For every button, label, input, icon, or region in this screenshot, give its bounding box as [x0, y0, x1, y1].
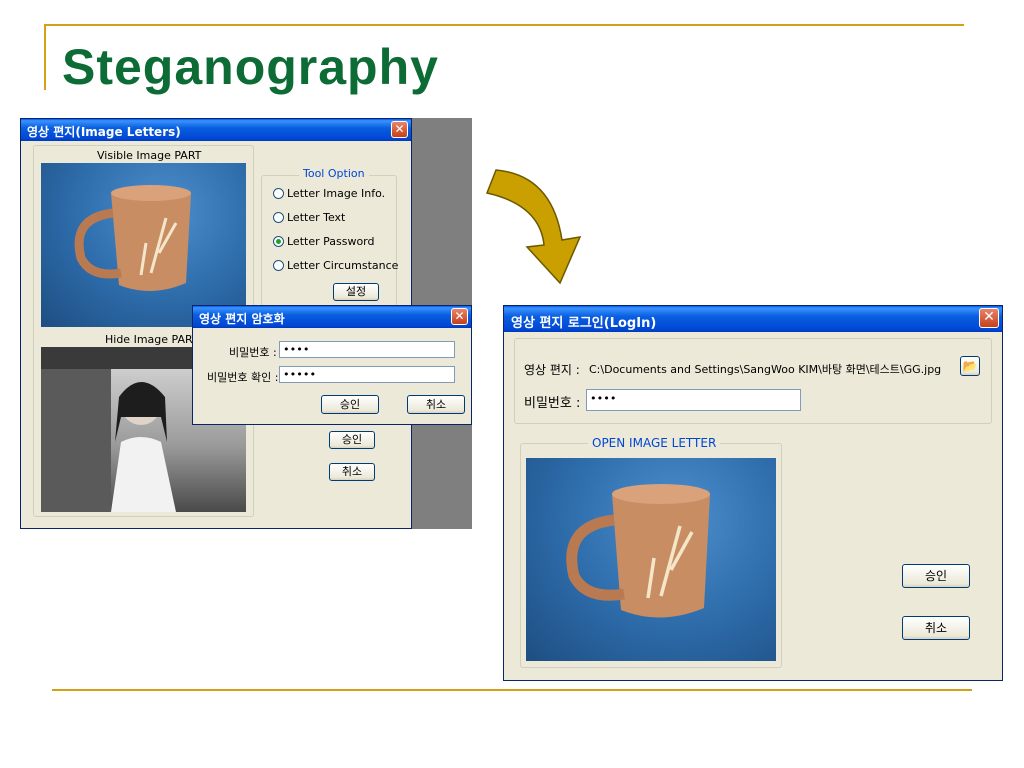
encrypt-confirm-input[interactable]: ••••• — [279, 366, 455, 383]
settings-button[interactable]: 설정 — [333, 283, 379, 301]
option-letter-circumstance: Letter Circumstance — [287, 259, 399, 272]
login-fields-group — [514, 338, 992, 424]
left-rule — [44, 24, 46, 90]
encrypt-titlebar: 영상 편지 암호화 ✕ — [193, 306, 471, 328]
login-password-label: 비밀번호 : — [524, 396, 581, 411]
close-icon: ✕ — [454, 309, 465, 323]
main-titlebar: 영상 편지(Image Letters) ✕ — [21, 119, 411, 141]
encrypt-approve-button[interactable]: 승인 — [321, 395, 379, 414]
visible-image — [41, 163, 246, 327]
browse-button[interactable]: 📂 — [960, 356, 980, 376]
login-cancel-button[interactable]: 취소 — [902, 616, 970, 640]
login-window: 영상 편지 로그인(LogIn) ✕ 영상 편지 : C:\Documents … — [503, 305, 1003, 681]
opened-image — [526, 458, 776, 661]
open-image-label: OPEN IMAGE LETTER — [588, 436, 721, 450]
radio-letter-password[interactable] — [273, 236, 284, 247]
folder-open-icon: 📂 — [962, 359, 978, 373]
login-close-button[interactable]: ✕ — [979, 308, 999, 328]
option-letter-image-info: Letter Image Info. — [287, 187, 386, 200]
close-icon: ✕ — [983, 309, 995, 325]
main-close-button[interactable]: ✕ — [391, 121, 408, 138]
tool-option-label: Tool Option — [299, 167, 369, 180]
option-letter-password: Letter Password — [287, 235, 375, 248]
encrypt-dialog-title: 영상 편지 암호화 — [199, 312, 285, 326]
radio-letter-circumstance[interactable] — [273, 260, 284, 271]
login-password-input[interactable]: •••• — [586, 389, 801, 411]
hide-part-label: Hide Image PART — [105, 333, 199, 346]
cup-photo — [566, 484, 710, 618]
main-window-title: 영상 편지(Image Letters) — [27, 125, 181, 139]
encrypt-dialog: 영상 편지 암호화 ✕ 비밀번호 : •••• 비밀번호 확인 : ••••• … — [192, 305, 472, 425]
encrypt-password-label: 비밀번호 : — [229, 346, 277, 359]
encrypt-cancel-button[interactable]: 취소 — [407, 395, 465, 414]
flow-arrow-icon — [485, 169, 582, 285]
cup-photo — [74, 185, 191, 292]
radio-letter-image-info[interactable] — [273, 188, 284, 199]
login-approve-button[interactable]: 승인 — [902, 564, 970, 588]
encrypt-confirm-label: 비밀번호 확인 : — [207, 371, 279, 384]
close-icon: ✕ — [394, 122, 405, 136]
letter-path-label: 영상 편지 : — [524, 363, 580, 377]
login-titlebar: 영상 편지 로그인(LogIn) ✕ — [504, 306, 1002, 332]
letter-path-value: C:\Documents and Settings\SangWoo KIM\바탕… — [589, 363, 942, 376]
option-letter-text: Letter Text — [287, 211, 346, 224]
main-approve-button[interactable]: 승인 — [329, 431, 375, 449]
main-cancel-button[interactable]: 취소 — [329, 463, 375, 481]
bottom-rule — [52, 689, 972, 691]
encrypt-password-input[interactable]: •••• — [279, 341, 455, 358]
encrypt-close-button[interactable]: ✕ — [451, 308, 468, 325]
login-window-title: 영상 편지 로그인(LogIn) — [511, 316, 657, 331]
radio-letter-text[interactable] — [273, 212, 284, 223]
top-rule — [44, 24, 964, 26]
visible-part-label: Visible Image PART — [97, 149, 202, 162]
slide-title: Steganography — [62, 39, 439, 95]
